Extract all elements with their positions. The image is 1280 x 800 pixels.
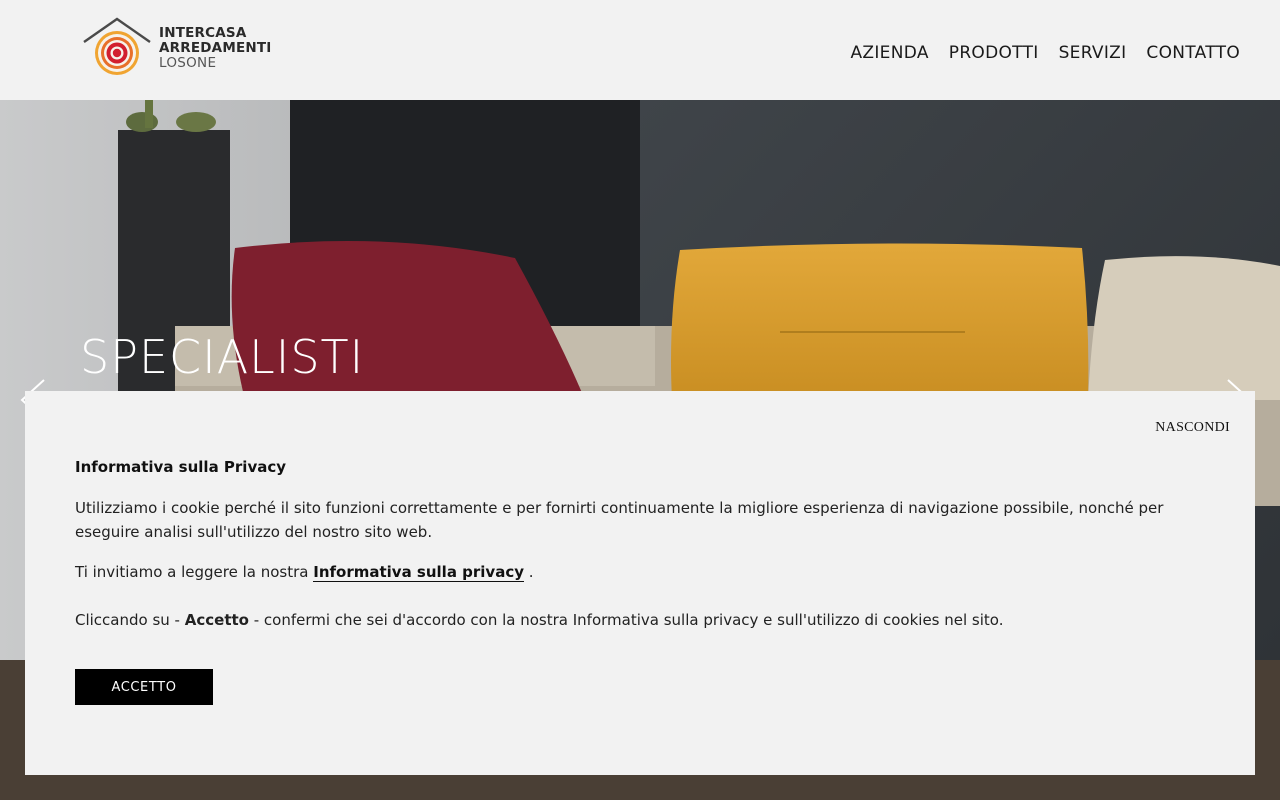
hero-title: SPECIALISTI: [80, 330, 365, 384]
cookie-text-invite: Ti invitiamo a leggere la nostra Informa…: [75, 560, 1205, 584]
main-nav: AZIENDA PRODOTTI SERVIZI CONTATTO: [850, 43, 1240, 63]
hide-button[interactable]: NASCONDI: [1155, 420, 1230, 436]
logo-icon: [83, 17, 151, 75]
nav-item-prodotti[interactable]: PRODOTTI: [949, 43, 1039, 63]
logo-line-losone: LOSONE: [159, 55, 217, 71]
logo[interactable]: INTERCASA ARREDAMENTI LOSONE: [82, 16, 272, 80]
cookie-text-consent: Cliccando su - Accetto - confermi che se…: [75, 608, 1205, 632]
logo-text: INTERCASA ARREDAMENTI LOSONE: [159, 26, 272, 71]
accept-button[interactable]: ACCETTO: [75, 669, 213, 705]
invite-suffix: .: [524, 563, 534, 581]
cookie-banner: NASCONDI Informativa sulla Privacy Utili…: [25, 391, 1255, 775]
cookie-text-intro: Utilizziamo i cookie perché il sito funz…: [75, 499, 1164, 541]
cookie-title: Informativa sulla Privacy: [75, 458, 287, 476]
nav-item-contatto[interactable]: CONTATTO: [1146, 43, 1240, 63]
site-header: INTERCASA ARREDAMENTI LOSONE AZIENDA PRO…: [0, 0, 1280, 100]
privacy-policy-link[interactable]: Informativa sulla privacy: [313, 563, 525, 582]
invite-prefix: Ti invitiamo a leggere la nostra: [75, 563, 314, 581]
nav-item-azienda[interactable]: AZIENDA: [850, 43, 928, 63]
consent-prefix: Cliccando su -: [75, 611, 185, 629]
logo-line-arredamenti: ARREDAMENTI: [159, 40, 272, 56]
nav-item-servizi[interactable]: SERVIZI: [1059, 43, 1127, 63]
consent-accept-word: Accetto: [184, 611, 249, 629]
logo-line-intercasa: INTERCASA: [159, 25, 247, 41]
consent-suffix: - confermi che sei d'accordo con la nost…: [248, 611, 1004, 629]
